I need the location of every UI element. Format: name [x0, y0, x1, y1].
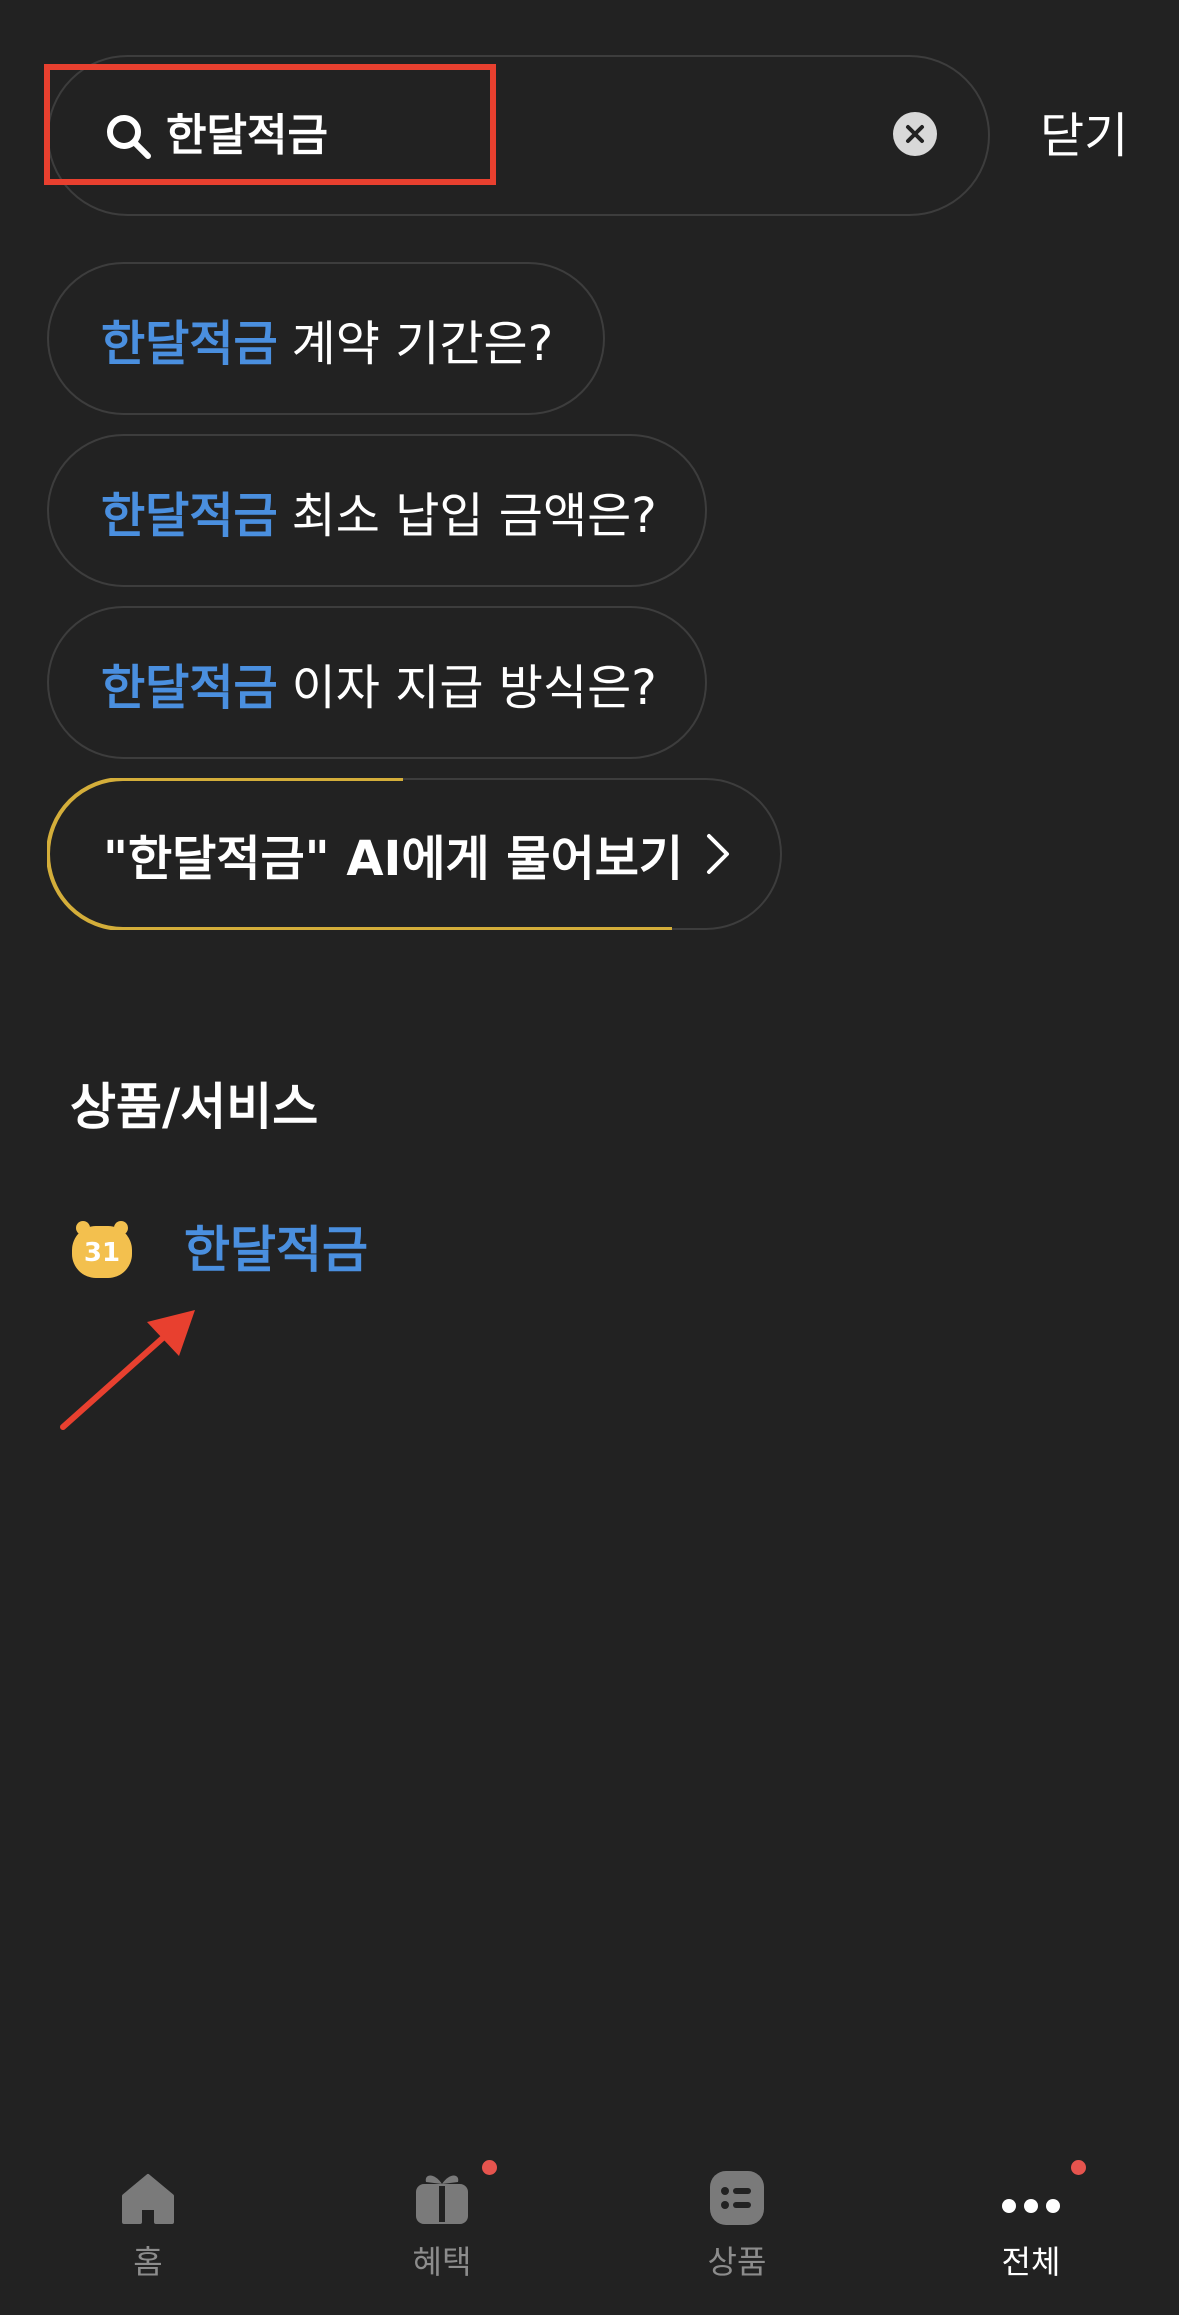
notification-badge: [482, 2160, 497, 2175]
notification-badge: [1071, 2160, 1086, 2175]
home-icon: [118, 2168, 178, 2228]
tab-label: 상품: [707, 2243, 767, 2281]
product-name: 한달적금: [184, 1221, 368, 1279]
suggestion-chip[interactable]: 한달적금 최소 납입 금액은?: [47, 434, 707, 587]
suggestion-text: 계약 기간은?: [291, 315, 554, 372]
chevron-right-icon: [705, 832, 731, 876]
list-icon: [707, 2168, 767, 2228]
clear-circle-icon: [906, 125, 924, 143]
close-button[interactable]: 닫기: [1040, 104, 1128, 168]
suggestion-chip[interactable]: 한달적금 계약 기간은?: [47, 262, 605, 415]
suggestion-keyword: 한달적금: [101, 315, 278, 372]
section-title: 상품/서비스: [70, 1078, 319, 1136]
tab-label: 혜택: [412, 2243, 472, 2281]
annotation-arrow: [60, 1310, 195, 1430]
ask-ai-button[interactable]: "한달적금" AI에게 물어보기: [47, 778, 782, 930]
suggestion-keyword: 한달적금: [101, 487, 278, 544]
tab-benefits[interactable]: 혜택: [342, 2160, 542, 2298]
highlight-annotation-box: [44, 64, 496, 185]
more-icon: [1001, 2160, 1086, 2228]
suggestion-text: 이자 지급 방식은?: [291, 659, 657, 716]
suggestion-chip[interactable]: 한달적금 이자 지급 방식은?: [47, 606, 707, 759]
tab-label: 전체: [1001, 2243, 1061, 2281]
product-icon-number: 31: [83, 1238, 121, 1268]
ask-ai-label: "한달적금" AI에게 물어보기: [103, 831, 684, 887]
suggestion-keyword: 한달적금: [101, 659, 278, 716]
product-item[interactable]: 31 한달적금: [70, 1215, 368, 1285]
tab-home[interactable]: 홈: [48, 2168, 248, 2298]
tab-all[interactable]: 전체: [931, 2160, 1131, 2298]
product-calendar-icon: 31: [70, 1220, 134, 1280]
tab-products[interactable]: 상품: [637, 2168, 837, 2298]
tab-label: 홈: [133, 2243, 163, 2281]
suggestion-text: 최소 납입 금액은?: [291, 487, 657, 544]
clear-search-button[interactable]: [893, 112, 937, 156]
gift-icon: [412, 2160, 497, 2228]
